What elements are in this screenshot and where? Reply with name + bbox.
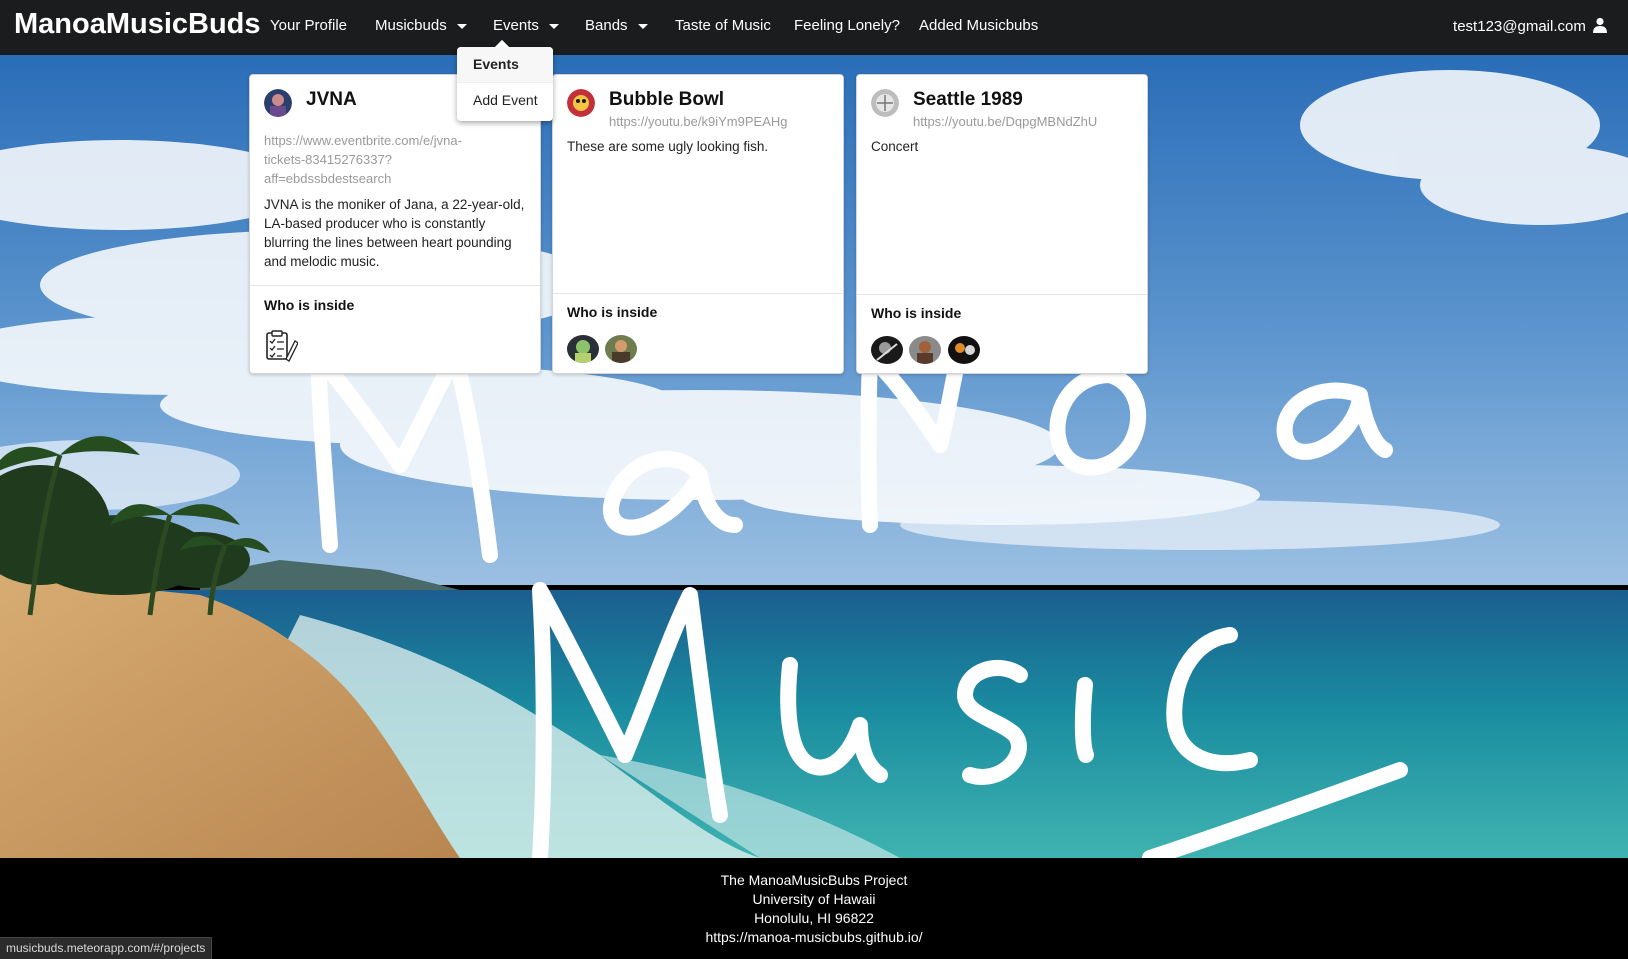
nav-bands-label: Bands <box>585 17 628 34</box>
checklist-icon[interactable] <box>264 329 299 363</box>
event-url[interactable]: https://www.eventbrite.com/e/jvna- ticke… <box>264 131 526 188</box>
event-description-line: blurring the lines between heart poundin… <box>264 235 512 250</box>
members-list <box>871 336 982 364</box>
event-url-line: aff=ebdssbdestsearch <box>264 171 392 186</box>
event-avatar <box>871 89 899 117</box>
event-description-line: and melodic music. <box>264 254 380 269</box>
nav-feeling-lonely-label: Feeling Lonely? <box>794 17 900 34</box>
chevron-down-icon <box>637 23 648 29</box>
event-url[interactable]: https://youtu.be/DqpgMBNdZhU <box>913 112 1097 131</box>
nav-bands-dropdown[interactable]: Bands <box>585 17 648 34</box>
nav-taste-of-music[interactable]: Taste of Music <box>675 17 771 34</box>
member-avatar[interactable] <box>909 336 942 364</box>
event-description-line: LA-based producer who is constantly <box>264 216 486 231</box>
nav-musicbuds-dropdown[interactable]: Musicbuds <box>375 17 467 34</box>
card-divider <box>250 285 540 286</box>
event-description: These are some ugly looking fish. <box>567 139 769 154</box>
event-url-line: https://www.eventbrite.com/e/jvna- <box>264 133 462 148</box>
member-avatar[interactable] <box>567 335 599 363</box>
members-list <box>264 329 299 362</box>
nav-events-label: Events <box>493 17 539 34</box>
card-divider <box>857 294 1147 295</box>
nav-events-dropdown[interactable]: Events <box>493 17 559 34</box>
nav-your-profile-label: Your Profile <box>270 17 347 34</box>
event-title: JVNA <box>306 89 357 110</box>
events-dropdown-menu: Events Add Event <box>457 47 553 121</box>
event-description-line: JVNA is the moniker of Jana, a 22-year-o… <box>264 197 525 212</box>
member-avatar[interactable] <box>947 336 980 364</box>
nav-your-profile[interactable]: Your Profile <box>270 17 347 34</box>
members-list <box>567 335 639 363</box>
card-divider <box>553 293 843 294</box>
nav-feeling-lonely[interactable]: Feeling Lonely? <box>794 17 900 34</box>
event-url-line: tickets-83415276337? <box>264 152 392 167</box>
footer-project-name: The ManoaMusicBubs Project <box>720 872 908 888</box>
member-avatar[interactable] <box>871 336 903 364</box>
nav-taste-of-music-label: Taste of Music <box>675 17 771 34</box>
browser-status-bar: musicbuds.meteorapp.com/#/projects <box>0 937 213 959</box>
user-email: test123@gmail.com <box>1453 18 1586 35</box>
who-is-inside-label: Who is inside <box>871 305 962 321</box>
event-description: JVNA is the moniker of Jana, a 22-year-o… <box>264 195 532 271</box>
dropdown-item-add-event[interactable]: Add Event <box>457 82 553 117</box>
event-title: Seattle 1989 <box>913 89 1023 110</box>
footer-university: University of Hawaii <box>752 891 876 907</box>
dropdown-item-events[interactable]: Events <box>457 47 553 82</box>
event-description: Concert <box>871 139 919 154</box>
event-url[interactable]: https://youtu.be/k9iYm9PEAHg <box>609 112 787 131</box>
event-card-bubble-bowl[interactable]: Bubble Bowl https://youtu.be/k9iYm9PEAHg… <box>552 74 844 374</box>
nav-added-musicbubs[interactable]: Added Musicbubs <box>919 17 1038 34</box>
user-menu[interactable]: test123@gmail.com <box>1453 17 1608 35</box>
chevron-down-icon <box>548 23 559 29</box>
event-avatar <box>264 89 292 117</box>
member-avatar[interactable] <box>605 335 638 363</box>
event-card-seattle-1989[interactable]: Seattle 1989 https://youtu.be/DqpgMBNdZh… <box>856 74 1148 374</box>
nav-musicbuds-label: Musicbuds <box>375 17 447 34</box>
footer-link[interactable]: https://manoa-musicbubs.github.io/ <box>0 928 1628 947</box>
chevron-down-icon <box>456 23 467 29</box>
event-avatar <box>567 89 595 117</box>
who-is-inside-label: Who is inside <box>264 297 355 313</box>
user-icon <box>1593 17 1607 33</box>
top-navbar: ManoaMusicBuds Your Profile Musicbuds Ev… <box>0 0 1628 55</box>
nav-added-musicbubs-label: Added Musicbubs <box>919 17 1039 34</box>
event-title: Bubble Bowl <box>609 89 725 110</box>
who-is-inside-label: Who is inside <box>567 304 658 320</box>
page-footer: The ManoaMusicBubs Project University of… <box>0 858 1628 958</box>
brand-logo[interactable]: ManoaMusicBuds <box>14 8 261 41</box>
footer-address: Honolulu, HI 96822 <box>754 910 874 926</box>
